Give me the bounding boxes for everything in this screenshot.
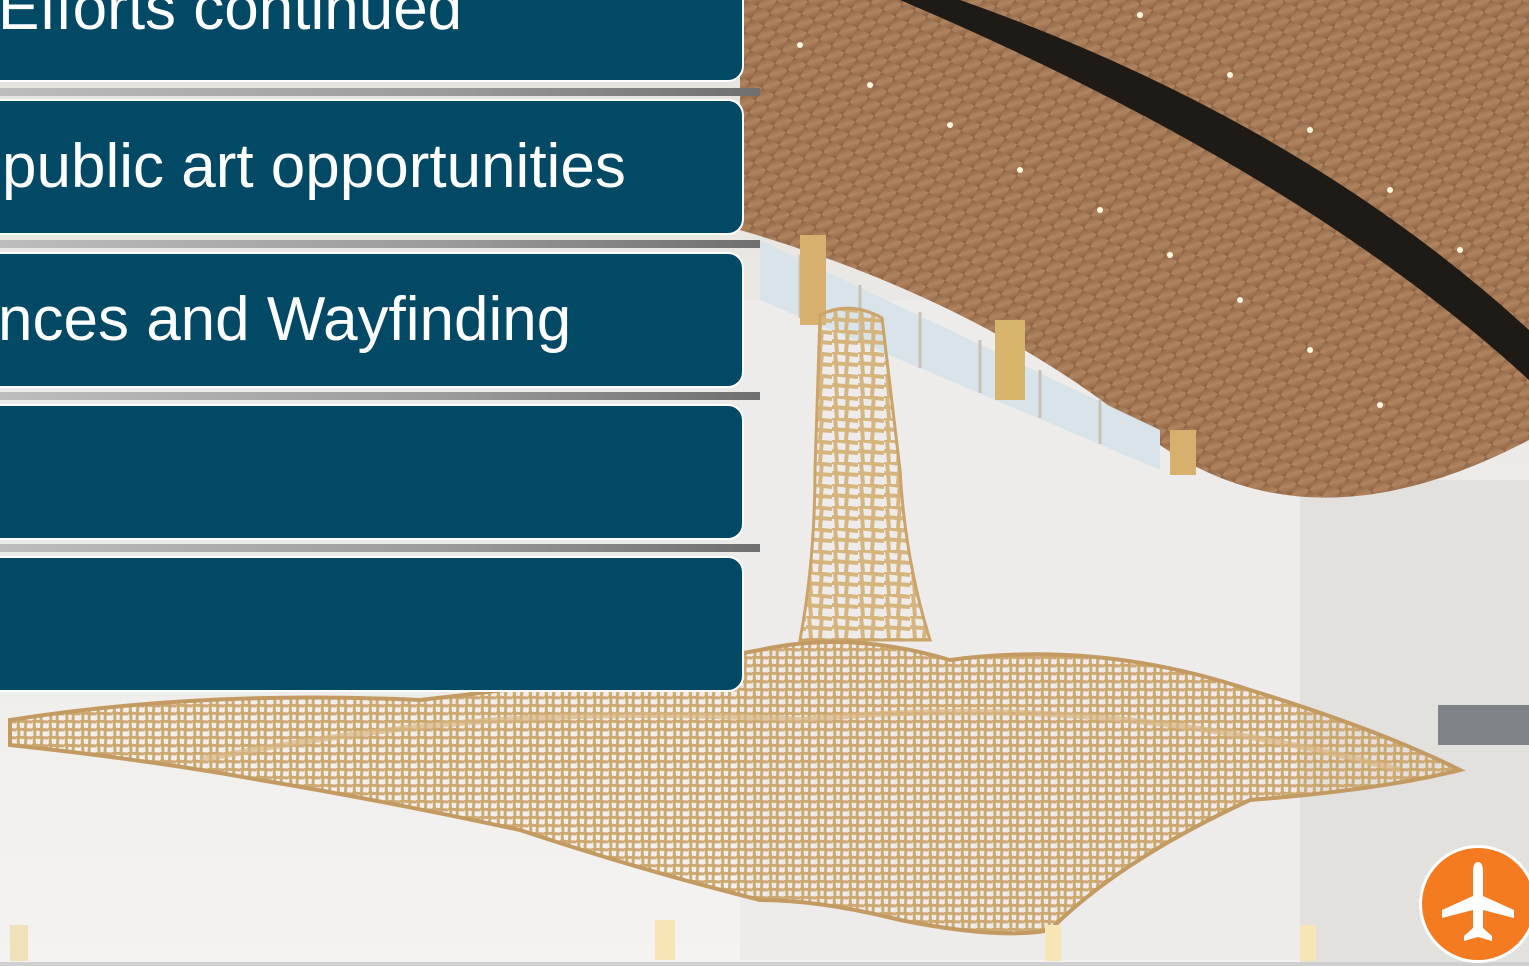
text-panel-1: Efforts continued — [0, 0, 744, 82]
panel-text-1: Efforts continued — [0, 0, 463, 43]
text-panel-2: public art opportunities — [0, 99, 744, 235]
text-panel-4 — [0, 404, 744, 540]
text-panel-3: nces and Wayfinding — [0, 252, 744, 388]
divider-strip — [0, 544, 760, 552]
panel-text-2: public art opportunities — [2, 132, 626, 201]
divider-strip — [0, 88, 760, 96]
airplane-icon — [1442, 862, 1514, 941]
text-panel-5 — [0, 556, 744, 692]
divider-strip — [0, 392, 760, 400]
divider-strip — [0, 240, 760, 248]
panel-text-3: nces and Wayfinding — [0, 285, 572, 354]
airport-logo — [1419, 845, 1529, 963]
